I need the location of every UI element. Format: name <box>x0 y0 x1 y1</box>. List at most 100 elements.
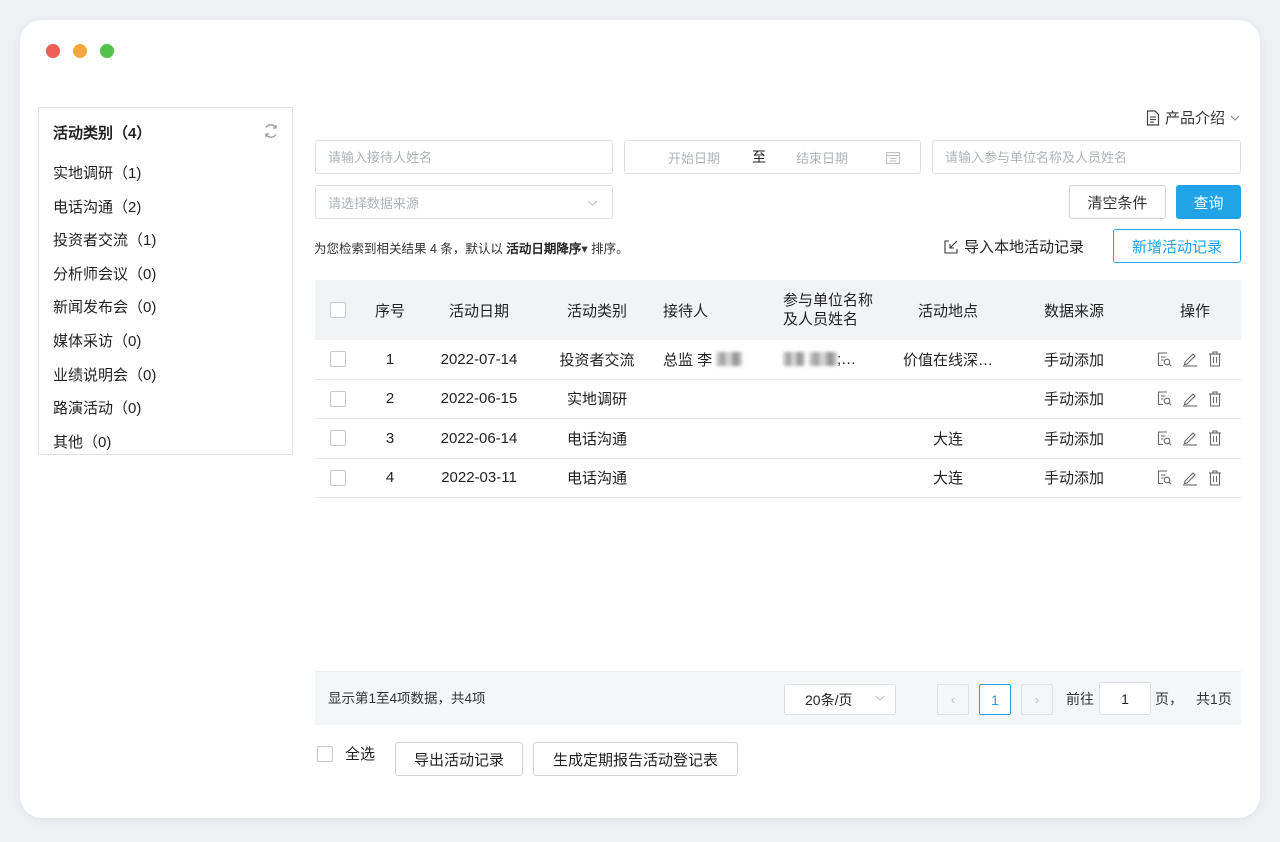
select-all-checkbox[interactable] <box>317 745 333 762</box>
participants-input[interactable] <box>945 149 1240 165</box>
chevron-down-icon <box>587 200 598 206</box>
row-receiver: 总监 李 <box>663 340 743 379</box>
row-participants: ;… <box>783 340 856 379</box>
row-source: 手动添加 <box>1043 391 1104 409</box>
col-participants-line1: 参与单位名称 <box>783 292 874 309</box>
col-category: 活动类别 <box>566 302 627 320</box>
close-window-button[interactable] <box>46 44 60 58</box>
sidebar-item-press-conference[interactable]: 新闻发布会（0) <box>53 291 156 325</box>
sort-field[interactable]: 活动日期降序 <box>506 242 581 256</box>
maximize-window-button[interactable] <box>100 44 114 58</box>
row-checkbox[interactable] <box>330 430 346 447</box>
row-location <box>898 380 998 419</box>
row-date: 2022-03-11 <box>441 469 517 487</box>
product-intro-label: 产品介绍 <box>1164 110 1225 127</box>
row-checkbox[interactable] <box>330 351 346 368</box>
date-range-picker[interactable]: 开始日期 至 结束日期 <box>624 140 921 174</box>
page-unit-label: 页， <box>1155 691 1183 707</box>
chevron-down-icon <box>875 695 885 701</box>
row-index: 3 <box>385 429 395 447</box>
date-separator: 至 <box>752 149 766 165</box>
export-records-button[interactable]: 导出活动记录 <box>395 742 523 776</box>
table-row: 3 2022-06-14 电话沟通 大连 手动添加 <box>315 419 1241 459</box>
pagination-info: 显示第1至4项数据，共4项 <box>328 691 486 706</box>
redacted-mark <box>809 352 837 367</box>
sidebar-item-roadshow[interactable]: 路演活动（0) <box>53 392 156 426</box>
import-local-records-link[interactable]: 导入本地活动记录 <box>944 236 1084 257</box>
minimize-window-button[interactable] <box>73 44 87 58</box>
delete-icon[interactable] <box>1208 430 1222 446</box>
start-date-placeholder[interactable]: 开始日期 <box>668 148 720 167</box>
sidebar-item-other[interactable]: 其他（0) <box>53 426 156 460</box>
add-activity-record-button[interactable]: 新增活动记录 <box>1113 229 1241 263</box>
row-actions <box>1157 340 1222 379</box>
product-intro-dropdown[interactable]: 产品介绍 <box>1146 107 1240 128</box>
sidebar-item-phone-call[interactable]: 电话沟通（2) <box>53 191 156 225</box>
sidebar-item-investor-exchange[interactable]: 投资者交流（1) <box>53 224 156 258</box>
col-participants-line2: 及人员姓名 <box>783 311 859 328</box>
pagination-bar: 显示第1至4项数据，共4项 20条/页 ‹ 1 › 前往 1 页， 共1页 <box>315 671 1241 725</box>
calendar-icon <box>886 152 900 164</box>
row-date: 2022-06-14 <box>440 429 518 447</box>
page-size-select[interactable]: 20条/页 <box>784 684 896 715</box>
select-all-control[interactable]: 全选 <box>317 743 375 764</box>
receiver-name-input[interactable] <box>328 149 612 165</box>
edit-icon[interactable] <box>1182 391 1198 407</box>
end-date-placeholder[interactable]: 结束日期 <box>796 148 848 167</box>
row-actions <box>1157 459 1222 498</box>
sidebar-item-field-research[interactable]: 实地调研（1) <box>53 157 156 191</box>
select-all-rows-checkbox[interactable] <box>330 302 346 318</box>
goto-label: 前往 <box>1066 691 1094 707</box>
row-index: 1 <box>385 350 395 368</box>
row-location: 大连 <box>932 430 963 448</box>
col-location: 活动地点 <box>917 302 978 320</box>
chevron-down-icon <box>1230 115 1240 121</box>
result-suffix: 排序。 <box>591 242 629 256</box>
generate-report-table-button[interactable]: 生成定期报告活动登记表 <box>533 742 738 776</box>
sidebar-item-media-interview[interactable]: 媒体采访（0) <box>53 325 156 359</box>
view-details-icon[interactable] <box>1157 352 1172 367</box>
row-category: 实地调研 <box>566 391 627 409</box>
edit-icon[interactable] <box>1182 470 1198 486</box>
row-actions <box>1157 419 1222 458</box>
delete-icon[interactable] <box>1208 391 1222 407</box>
delete-icon[interactable] <box>1208 351 1222 367</box>
query-button[interactable]: 查询 <box>1176 185 1241 219</box>
view-details-icon[interactable] <box>1157 431 1172 446</box>
col-date: 活动日期 <box>448 302 509 320</box>
header-checkbox-cell <box>330 280 346 340</box>
redacted-mark <box>716 352 743 367</box>
col-index: 序号 <box>374 302 405 320</box>
row-source: 手动添加 <box>1043 470 1104 488</box>
participants-field[interactable] <box>932 140 1241 174</box>
data-source-select[interactable]: 请选择数据来源 <box>315 185 613 219</box>
table-row: 4 2022-03-11 电话沟通 大连 手动添加 <box>315 459 1241 498</box>
sidebar-item-analyst-meeting[interactable]: 分析师会议（0) <box>53 258 156 292</box>
edit-icon[interactable] <box>1182 430 1198 446</box>
row-checkbox[interactable] <box>330 469 346 486</box>
sidebar-item-earnings-briefing[interactable]: 业绩说明会（0) <box>53 359 156 393</box>
next-page-button[interactable]: › <box>1021 684 1053 715</box>
row-participants-text: ;… <box>837 350 857 368</box>
category-sidebar: 活动类别（4） 实地调研（1) 电话沟通（2) 投资者交流（1) 分析师会议（0… <box>38 107 293 455</box>
delete-icon[interactable] <box>1208 470 1222 486</box>
import-icon <box>944 239 958 254</box>
window-controls <box>46 44 114 58</box>
row-index: 2 <box>385 390 395 408</box>
refresh-icon[interactable] <box>262 122 280 140</box>
prev-page-button[interactable]: ‹ <box>937 684 969 715</box>
goto-page-input[interactable]: 1 <box>1099 682 1151 715</box>
row-category: 电话沟通 <box>566 470 627 488</box>
view-details-icon[interactable] <box>1157 391 1172 406</box>
clear-conditions-button[interactable]: 清空条件 <box>1069 185 1166 219</box>
sort-arrow-icon[interactable]: ▾ <box>581 242 587 256</box>
app-window: 活动类别（4） 实地调研（1) 电话沟通（2) 投资者交流（1) 分析师会议（0… <box>20 20 1260 818</box>
receiver-name-field[interactable] <box>315 140 613 174</box>
row-source: 手动添加 <box>1043 351 1104 369</box>
edit-icon[interactable] <box>1182 351 1198 367</box>
view-details-icon[interactable] <box>1157 470 1172 485</box>
page-button-current[interactable]: 1 <box>979 684 1011 715</box>
row-checkbox[interactable] <box>330 390 346 407</box>
select-all-label: 全选 <box>345 746 376 763</box>
table-row: 2 2022-06-15 实地调研 手动添加 <box>315 380 1241 419</box>
